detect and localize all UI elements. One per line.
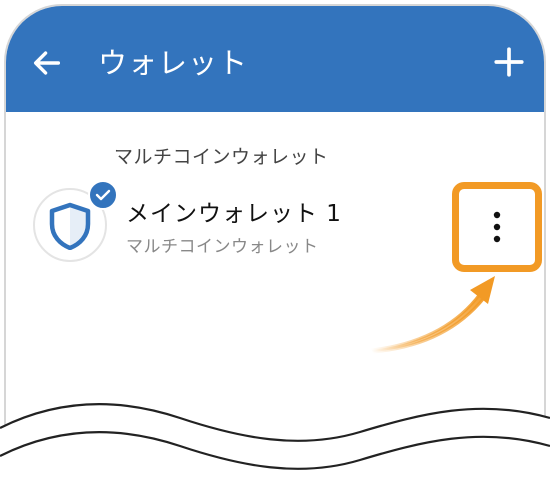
- wallet-list-item[interactable]: メインウォレット 1 マルチコインウォレット: [6, 176, 544, 276]
- check-icon: [95, 189, 111, 201]
- more-options-button[interactable]: [452, 182, 542, 272]
- more-vert-icon: [493, 211, 501, 243]
- app-bar: ウォレット: [6, 6, 544, 112]
- back-arrow-icon[interactable]: [30, 46, 64, 80]
- section-header: マルチコインウォレット: [114, 146, 329, 168]
- wallet-type: マルチコインウォレット: [126, 237, 319, 257]
- add-icon[interactable]: [492, 45, 526, 79]
- phone-screen: ウォレット マルチコインウォレット メインウォレット 1 マルチコインウォレット: [4, 4, 546, 500]
- wallet-name: メインウォレット 1: [126, 201, 342, 227]
- shield-icon: [49, 202, 91, 250]
- selected-badge: [88, 180, 118, 210]
- page-title: ウォレット: [98, 46, 249, 80]
